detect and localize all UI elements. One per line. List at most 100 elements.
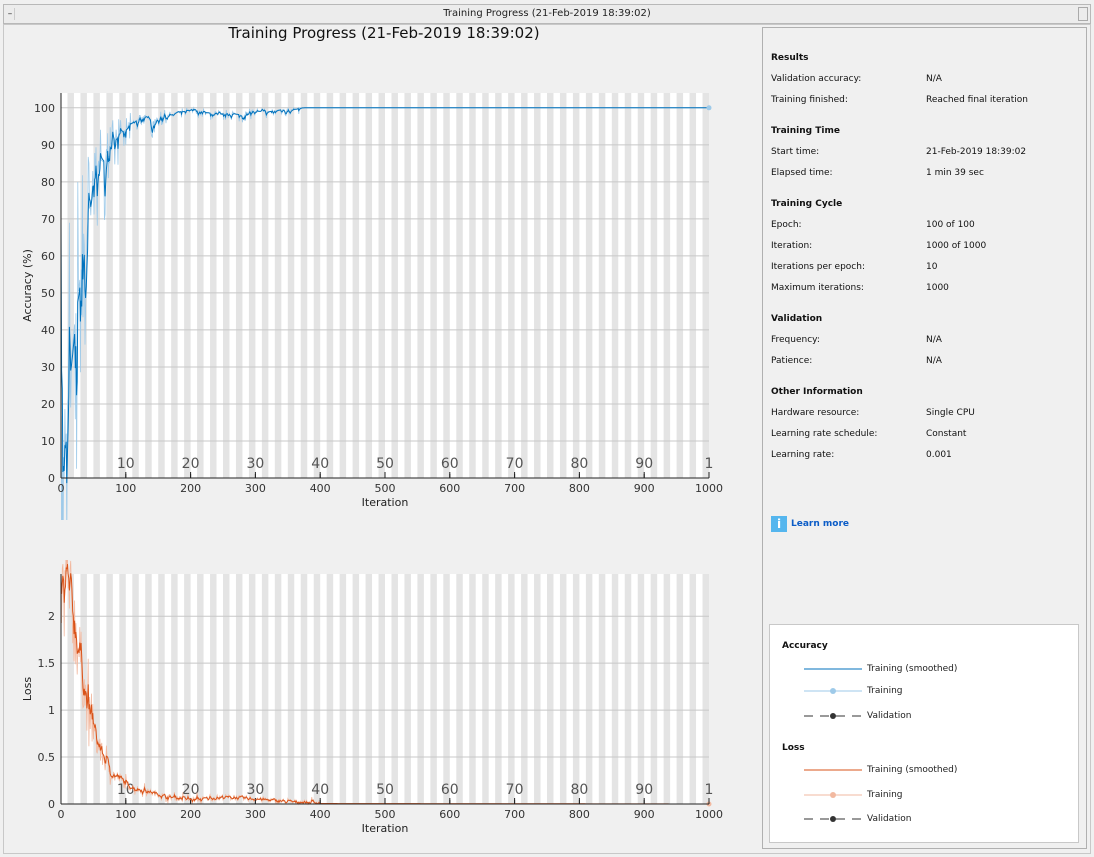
epoch-stripe	[261, 93, 269, 478]
epoch-stripe	[119, 93, 126, 478]
epoch-stripe	[572, 93, 580, 478]
epoch-stripe	[339, 574, 347, 804]
epoch-stripe	[676, 574, 684, 804]
epoch-stripe	[469, 574, 476, 804]
epoch-stripe	[430, 574, 437, 804]
x-tick-label: 900	[634, 482, 655, 495]
x-tick-label: 500	[375, 482, 396, 495]
epoch-stripe	[365, 93, 373, 478]
info-row: Patience: N/A	[771, 356, 942, 366]
epoch-stripe	[702, 93, 709, 478]
info-label: Iteration:	[771, 241, 813, 251]
info-label: Training finished:	[771, 95, 848, 105]
epoch-label: 10	[117, 456, 135, 472]
learn-more-link[interactable]: i Learn more	[771, 516, 849, 532]
y-tick-label: 0	[48, 472, 55, 485]
epoch-stripe	[495, 574, 502, 804]
epoch-stripe	[521, 574, 528, 804]
legend-loss-smoothed: Training (smoothed)	[804, 764, 957, 776]
epoch-stripe	[235, 93, 243, 478]
epoch-stripe	[391, 574, 398, 804]
y-tick-label: 2	[48, 610, 55, 623]
epoch-stripe	[132, 93, 139, 478]
epoch-stripe	[456, 93, 463, 478]
epoch-stripe	[404, 93, 411, 478]
learn-more-label: Learn more	[791, 519, 849, 529]
epoch-stripe	[534, 574, 541, 804]
epoch-stripe	[689, 93, 697, 478]
legend-accuracy-training: Training	[804, 685, 903, 697]
x-tick-label: 300	[245, 482, 266, 495]
epoch-stripe	[456, 574, 463, 804]
epoch-stripe	[223, 93, 230, 478]
x-tick-label: 700	[504, 482, 525, 495]
window-menu-button[interactable]: –	[6, 8, 15, 20]
dashed-marker-icon	[804, 816, 862, 822]
y-tick-label: 1	[48, 704, 55, 717]
info-row: Iteration: 1000 of 1000	[771, 241, 986, 251]
legend-loss-title: Loss	[782, 743, 805, 753]
epoch-stripe	[223, 574, 230, 804]
epoch-stripe	[547, 93, 554, 478]
info-label: Frequency:	[771, 335, 820, 345]
epoch-label: 90	[635, 456, 653, 472]
epoch-stripe	[611, 574, 619, 804]
info-label: Maximum iterations:	[771, 283, 864, 293]
y-tick-label: 0	[48, 798, 55, 811]
epoch-label: 70	[506, 782, 524, 798]
page-title: Training Progress (21-Feb-2019 18:39:02)	[228, 24, 540, 42]
epoch-stripe	[430, 93, 437, 478]
epoch-label: 80	[570, 782, 588, 798]
info-icon: i	[771, 516, 787, 532]
epoch-stripe	[171, 93, 178, 478]
epoch-stripe	[352, 574, 360, 804]
info-row: Learning rate: 0.001	[771, 450, 952, 460]
epoch-stripe	[171, 574, 178, 804]
line-marker-icon	[804, 688, 862, 694]
epoch-label: 50	[376, 456, 394, 472]
epoch-stripe	[158, 574, 165, 804]
epoch-stripe	[508, 574, 515, 804]
x-tick-label: 100	[115, 808, 136, 821]
legend-accuracy-title: Accuracy	[782, 641, 828, 651]
epoch-stripe	[637, 574, 645, 804]
epoch-stripe	[611, 93, 619, 478]
y-tick-label: 1.5	[38, 657, 56, 670]
epoch-stripe	[534, 93, 541, 478]
dashed-marker-icon	[804, 713, 862, 719]
legend-loss-training: Training	[804, 789, 903, 801]
x-tick-label: 200	[180, 808, 201, 821]
info-value: 1 min 39 sec	[926, 168, 984, 178]
epoch-stripe	[119, 574, 126, 804]
epoch-stripe	[508, 93, 515, 478]
line-marker-icon	[804, 792, 862, 798]
epoch-label: 30	[246, 456, 264, 472]
epoch-stripe	[663, 574, 671, 804]
epoch-stripe	[676, 93, 684, 478]
epoch-stripe	[637, 93, 645, 478]
info-row: Elapsed time: 1 min 39 sec	[771, 168, 984, 178]
epoch-stripe	[287, 574, 295, 804]
x-tick-label: 100	[115, 482, 136, 495]
info-value: N/A	[926, 74, 942, 84]
epoch-stripe	[689, 574, 697, 804]
epoch-stripe	[300, 574, 308, 804]
epoch-stripe	[248, 93, 256, 478]
y-tick-label: 100	[34, 102, 55, 115]
info-label: Start time:	[771, 147, 820, 157]
info-value: Single CPU	[926, 408, 975, 418]
accuracy-chart: 010203040506070809010010 20 30 40 50 60 70 80 90…	[21, 93, 723, 520]
epoch-stripe	[391, 93, 398, 478]
epoch-stripe	[248, 574, 256, 804]
info-label: Learning rate:	[771, 450, 835, 460]
epoch-label: 70	[506, 456, 524, 472]
epoch-stripe	[572, 574, 580, 804]
maximize-button[interactable]	[1078, 7, 1088, 21]
epoch-stripe	[559, 574, 567, 804]
final-point-marker	[706, 105, 712, 111]
epoch-label: 40	[311, 782, 329, 798]
line-icon	[804, 668, 862, 670]
y-tick-label: 10	[41, 435, 55, 448]
x-tick-label: 0	[58, 482, 65, 495]
window-title-bar[interactable]: – Training Progress (21-Feb-2019 18:39:0…	[3, 4, 1091, 24]
